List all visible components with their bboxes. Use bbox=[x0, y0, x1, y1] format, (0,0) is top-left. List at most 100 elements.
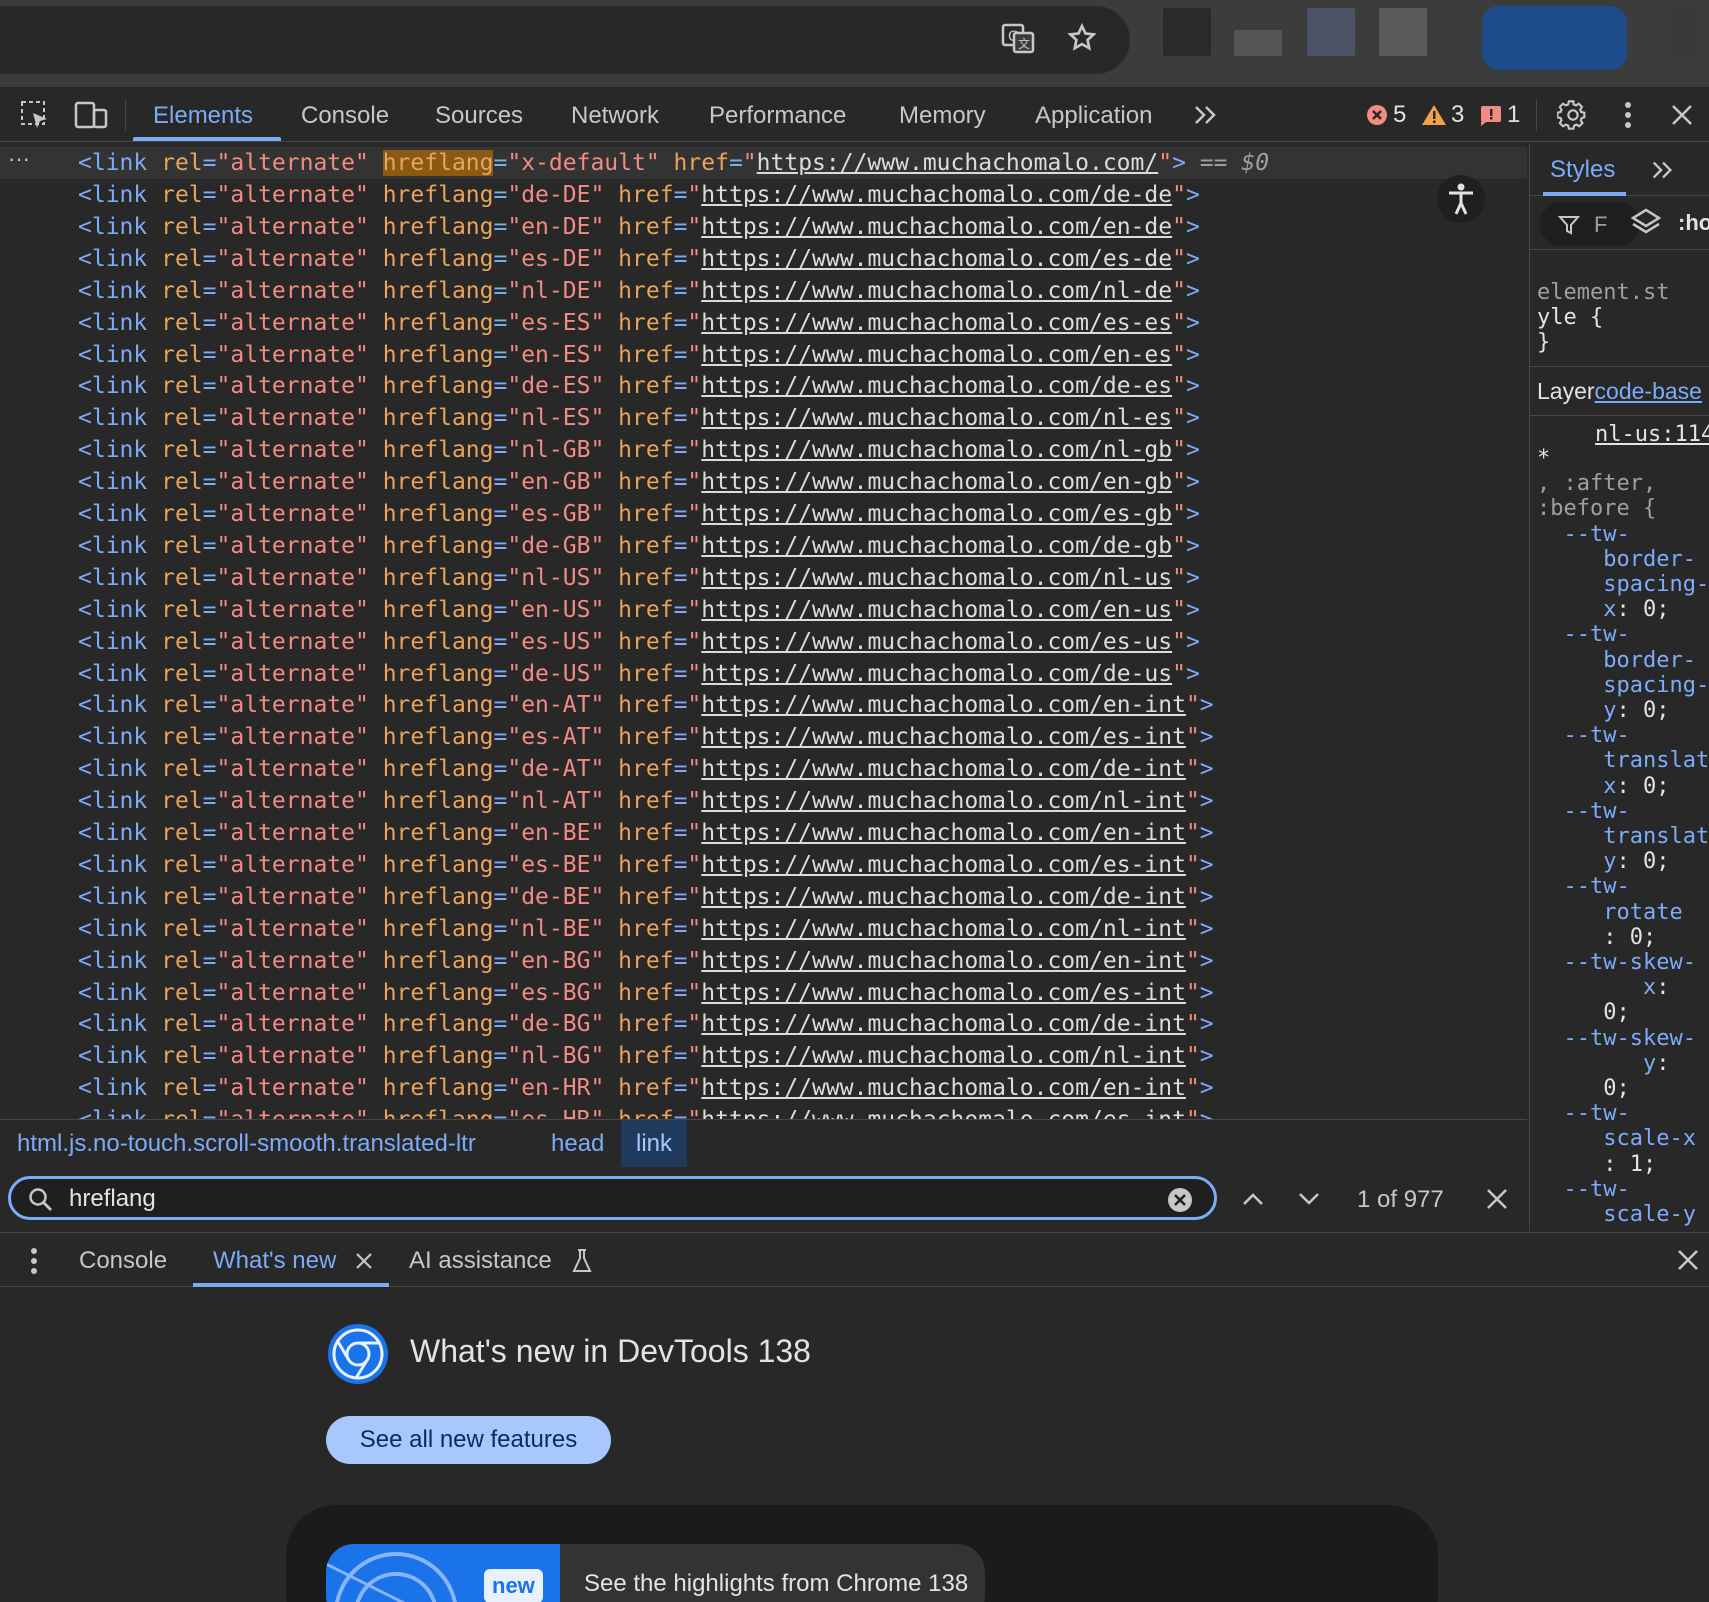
href-link[interactable]: https://www.muchachomalo.com/en-de bbox=[701, 214, 1172, 240]
style-declaration-line[interactable]: scale-y bbox=[1537, 1202, 1696, 1227]
tree-line[interactable]: <link rel="alternate" hreflang="de-DE" h… bbox=[0, 179, 1527, 211]
extension-icon[interactable] bbox=[1672, 8, 1696, 56]
clear-search-icon[interactable] bbox=[1166, 1186, 1194, 1214]
drawer-tab-ai-assistance[interactable]: AI assistance bbox=[409, 1233, 552, 1287]
style-declaration-line[interactable]: y: bbox=[1537, 1051, 1670, 1076]
tree-line[interactable]: <link rel="alternate" hreflang="nl-BE" h… bbox=[0, 913, 1527, 945]
style-declaration-line[interactable]: x: bbox=[1537, 975, 1670, 1000]
layers-icon[interactable] bbox=[1630, 206, 1662, 238]
style-declaration-line[interactable]: x: 0; bbox=[1537, 597, 1669, 622]
tree-line[interactable]: <link rel="alternate" hreflang="de-US" h… bbox=[0, 658, 1527, 690]
href-link[interactable]: https://www.muchachomalo.com/en-int bbox=[701, 948, 1186, 974]
tab-performance[interactable]: Performance bbox=[709, 87, 846, 142]
href-link[interactable]: https://www.muchachomalo.com/en-us bbox=[701, 597, 1172, 623]
drawer-tab-whats-new[interactable]: What's new bbox=[213, 1233, 336, 1287]
href-link[interactable]: https://www.muchachomalo.com/es-int bbox=[701, 724, 1186, 750]
tab-styles[interactable]: Styles bbox=[1550, 156, 1615, 184]
href-link[interactable]: https://www.muchachomalo.com/nl-int bbox=[701, 1043, 1186, 1069]
tree-line[interactable]: <link rel="alternate" hreflang="en-HR" h… bbox=[0, 1072, 1527, 1104]
tree-line[interactable]: <link rel="alternate" hreflang="nl-DE" h… bbox=[0, 275, 1527, 307]
tree-line[interactable]: <link rel="alternate" hreflang="en-US" h… bbox=[0, 594, 1527, 626]
more-options-icon[interactable] bbox=[1610, 97, 1646, 133]
tab-network[interactable]: Network bbox=[571, 87, 659, 142]
href-link[interactable]: https://www.muchachomalo.com/es-de bbox=[701, 246, 1172, 272]
style-declaration-line[interactable]: --tw-skew- bbox=[1537, 950, 1695, 975]
href-link[interactable]: https://www.muchachomalo.com/en-int bbox=[701, 692, 1186, 718]
close-devtools-icon[interactable] bbox=[1664, 97, 1700, 133]
tree-line[interactable]: <link rel="alternate" hreflang="en-GB" h… bbox=[0, 466, 1527, 498]
style-declaration-line[interactable]: translate- bbox=[1537, 824, 1709, 849]
href-link[interactable]: https://www.muchachomalo.com/de-us bbox=[701, 661, 1172, 687]
href-link[interactable]: https://www.muchachomalo.com/nl-gb bbox=[701, 437, 1172, 463]
style-declaration-line[interactable]: 0; bbox=[1537, 1076, 1630, 1101]
settings-gear-icon[interactable] bbox=[1555, 97, 1591, 133]
tree-line[interactable]: <link rel="alternate" hreflang="es-DE" h… bbox=[0, 243, 1527, 275]
tree-line[interactable]: <link rel="alternate" hreflang="nl-GB" h… bbox=[0, 434, 1527, 466]
accessibility-tree-button[interactable] bbox=[1437, 175, 1485, 223]
href-link[interactable]: https://www.muchachomalo.com/nl-us bbox=[701, 565, 1172, 591]
error-count[interactable]: 5 bbox=[1365, 87, 1406, 142]
tree-line[interactable]: <link rel="alternate" hreflang="de-BE" h… bbox=[0, 881, 1527, 913]
hover-state-toggle[interactable]: :hov bbox=[1678, 210, 1709, 236]
close-drawer-icon[interactable] bbox=[1677, 1249, 1699, 1271]
more-tabs-icon[interactable] bbox=[1188, 97, 1224, 133]
close-search-icon[interactable] bbox=[1477, 1179, 1517, 1219]
more-panes-icon[interactable] bbox=[1650, 158, 1676, 182]
extension-icon[interactable] bbox=[1234, 30, 1282, 56]
href-link[interactable]: https://www.muchachomalo.com/de-int bbox=[701, 1011, 1186, 1037]
extension-icon[interactable] bbox=[1307, 8, 1355, 56]
style-source-link[interactable]: nl-us:1145 bbox=[1595, 422, 1709, 447]
style-declaration-line[interactable]: border- bbox=[1537, 547, 1696, 572]
href-link[interactable]: https://www.muchachomalo.com/de-int bbox=[701, 756, 1186, 782]
href-link[interactable]: https://www.muchachomalo.com/en-int bbox=[701, 1075, 1186, 1101]
tree-line[interactable]: <link rel="alternate" hreflang="en-ES" h… bbox=[0, 339, 1527, 371]
address-bar[interactable] bbox=[0, 6, 1130, 74]
close-tab-icon[interactable] bbox=[355, 1252, 373, 1270]
href-link[interactable]: https://www.muchachomalo.com/de-es bbox=[701, 373, 1172, 399]
tree-line[interactable]: <link rel="alternate" hreflang="de-GB" h… bbox=[0, 530, 1527, 562]
href-link[interactable]: https://www.muchachomalo.com/es-us bbox=[701, 629, 1172, 655]
breadcrumb-link[interactable]: link bbox=[621, 1120, 688, 1167]
style-declaration-line[interactable]: rotate bbox=[1537, 900, 1682, 925]
href-link[interactable]: https://www.muchachomalo.com/de-gb bbox=[701, 533, 1172, 559]
tree-line[interactable]: <link rel="alternate" hreflang="nl-AT" h… bbox=[0, 785, 1527, 817]
tree-line[interactable]: <link rel="alternate" hreflang="nl-ES" h… bbox=[0, 402, 1527, 434]
extension-icon[interactable] bbox=[1379, 8, 1427, 56]
drawer-tab-console[interactable]: Console bbox=[79, 1233, 167, 1287]
tree-line[interactable]: <link rel="alternate" hreflang="de-AT" h… bbox=[0, 753, 1527, 785]
style-declaration-line[interactable]: 0; bbox=[1537, 1000, 1630, 1025]
tree-line-menu-icon[interactable]: ··· bbox=[8, 146, 30, 172]
href-link[interactable]: https://www.muchachomalo.com/es-es bbox=[701, 310, 1172, 336]
tree-line[interactable]: <link rel="alternate" hreflang="en-BE" h… bbox=[0, 817, 1527, 849]
style-declaration-line[interactable]: --tw- bbox=[1537, 723, 1629, 748]
warning-count[interactable]: 3 bbox=[1421, 87, 1464, 142]
style-declaration-line[interactable]: y: 0; bbox=[1537, 698, 1669, 723]
style-declaration-line[interactable]: --tw- bbox=[1537, 799, 1629, 824]
tree-line[interactable]: <link rel="alternate" hreflang="en-AT" h… bbox=[0, 689, 1527, 721]
bookmark-star-icon[interactable] bbox=[1064, 20, 1100, 56]
tab-elements[interactable]: Elements bbox=[153, 87, 253, 142]
tab-sources[interactable]: Sources bbox=[435, 87, 523, 142]
style-declaration-line[interactable]: scale-x bbox=[1537, 1126, 1696, 1151]
tree-line[interactable]: <link rel="alternate" hreflang="es-US" h… bbox=[0, 626, 1527, 658]
tree-line[interactable]: <link rel="alternate" hreflang="es-BG" h… bbox=[0, 977, 1527, 1009]
drawer-menu-icon[interactable] bbox=[30, 1247, 38, 1275]
style-declaration-line[interactable]: --tw- bbox=[1537, 1101, 1629, 1126]
href-link[interactable]: https://www.muchachomalo.com/nl-int bbox=[701, 788, 1186, 814]
href-link[interactable]: https://www.muchachomalo.com/en-gb bbox=[701, 469, 1172, 495]
tree-line[interactable]: <link rel="alternate" hreflang="en-DE" h… bbox=[0, 211, 1527, 243]
tree-line[interactable]: <link rel="alternate" hreflang="es-ES" h… bbox=[0, 307, 1527, 339]
tab-memory[interactable]: Memory bbox=[899, 87, 986, 142]
style-declaration-line[interactable]: x: 0; bbox=[1537, 774, 1669, 799]
style-declaration-line[interactable]: --tw- bbox=[1537, 522, 1629, 547]
layer-link[interactable]: code-base bbox=[1595, 378, 1702, 404]
style-declaration-line[interactable]: --tw- bbox=[1537, 1177, 1629, 1202]
tab-console[interactable]: Console bbox=[301, 87, 389, 142]
highlight-item[interactable]: new See the highlights from Chrome 138 bbox=[326, 1544, 985, 1602]
href-link[interactable]: https://www.muchachomalo.com/es-int bbox=[701, 852, 1186, 878]
style-declaration-line[interactable]: --tw- bbox=[1537, 874, 1629, 899]
breadcrumb-html[interactable]: html.js.no-touch.scroll-smooth.translate… bbox=[9, 1120, 484, 1167]
breadcrumb-head[interactable]: head bbox=[543, 1120, 612, 1167]
style-declaration-line[interactable]: y: 0; bbox=[1537, 849, 1669, 874]
href-link[interactable]: https://www.muchachomalo.com/de-int bbox=[701, 884, 1186, 910]
